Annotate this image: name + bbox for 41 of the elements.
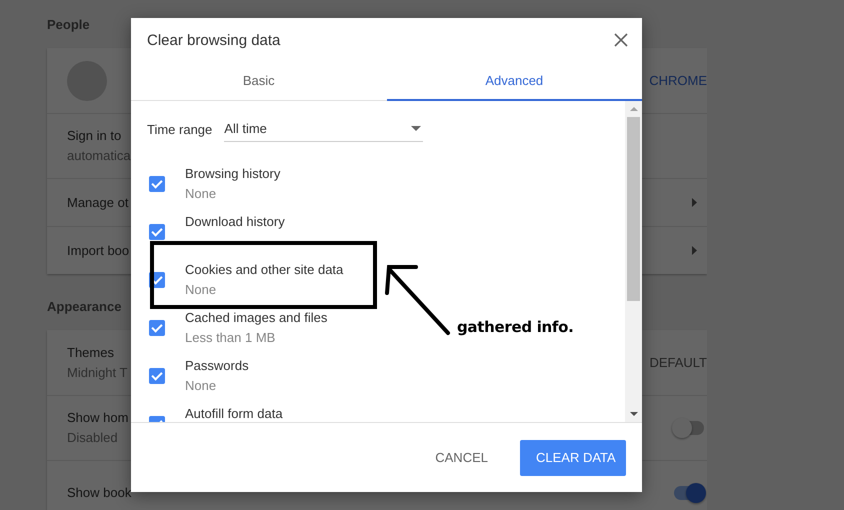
time-range-dropdown[interactable]: All time (224, 116, 424, 142)
option-label: Download history (185, 213, 285, 231)
dropdown-arrow-icon (411, 126, 422, 131)
setting-label: Show hom (67, 409, 128, 427)
option-label: Cached images and files (185, 309, 328, 327)
setting-label: Import boo (67, 242, 130, 260)
arrow-drawing (385, 265, 450, 335)
option-detail: None (185, 185, 218, 203)
action-link[interactable]: DEFAULT (649, 355, 707, 370)
section-heading: People (47, 16, 90, 34)
setting-label: Manage ot (67, 194, 128, 212)
scrollbar[interactable] (625, 101, 642, 422)
cancel-button[interactable]: CANCEL (419, 440, 504, 476)
tab[interactable]: Basic (131, 62, 386, 101)
checkbox[interactable] (149, 176, 165, 192)
close-icon[interactable] (614, 33, 628, 47)
setting-label: Themes (67, 344, 114, 362)
section-heading: Appearance (47, 298, 122, 316)
toggle-switch[interactable] (674, 421, 704, 435)
checkbox[interactable] (149, 224, 165, 240)
caret-icon[interactable] (692, 198, 697, 207)
clear-data-button[interactable]: CLEAR DATA (520, 440, 626, 476)
field-label: Time range (147, 122, 212, 136)
checkbox[interactable] (149, 320, 165, 336)
option-label: Browsing history (185, 165, 280, 183)
scroll-up-icon[interactable] (630, 107, 638, 111)
option-label: Autofill form data (185, 405, 283, 422)
setting-label: Sign in to (67, 127, 122, 145)
handwritten-note: gathered info. (457, 318, 574, 336)
scroll-down-icon[interactable] (630, 412, 638, 416)
checkbox[interactable] (149, 368, 165, 384)
option-detail: None (185, 281, 218, 299)
toggle-switch[interactable] (674, 486, 704, 500)
option-label: Cookies and other site data (185, 261, 344, 279)
tab[interactable]: Advanced (386, 62, 642, 101)
option-detail: None (185, 377, 218, 395)
setting-label: Show book (67, 484, 132, 502)
dialog-title: Clear browsing data (147, 32, 280, 48)
option-detail: Less than 1 MB (185, 329, 276, 347)
option-label: Passwords (185, 357, 249, 375)
caret-icon[interactable] (692, 246, 697, 255)
